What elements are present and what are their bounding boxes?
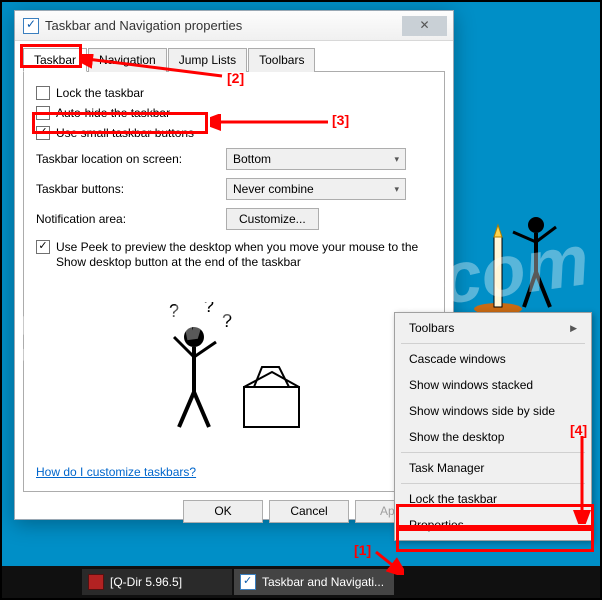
windows-taskbar[interactable]: [Q-Dir 5.96.5] Taskbar and Navigati...	[2, 566, 600, 598]
ctx-properties[interactable]: Properties	[397, 512, 589, 538]
chevron-right-icon: ▶	[570, 323, 577, 334]
tab-taskbar[interactable]: Taskbar	[23, 48, 87, 72]
svg-text:?: ?	[169, 302, 179, 321]
taskbar-item-label: Taskbar and Navigati...	[262, 575, 384, 589]
checkbox-peek-label: Use Peek to preview the desktop when you…	[56, 240, 432, 270]
titlebar[interactable]: Taskbar and Navigation properties ✕	[15, 11, 453, 41]
tab-strip: Taskbar Navigation Jump Lists Toolbars	[23, 47, 445, 72]
buttons-label: Taskbar buttons:	[36, 182, 226, 196]
taskbar-item-label: [Q-Dir 5.96.5]	[110, 575, 182, 589]
ctx-showdesktop[interactable]: Show the desktop	[397, 424, 589, 450]
ctx-separator	[401, 483, 585, 484]
ctx-taskmanager[interactable]: Task Manager	[397, 455, 589, 481]
ctx-stacked[interactable]: Show windows stacked	[397, 372, 589, 398]
ctx-sidebyside[interactable]: Show windows side by side	[397, 398, 589, 424]
tab-jumplists[interactable]: Jump Lists	[168, 48, 247, 72]
close-icon[interactable]: ✕	[402, 16, 447, 36]
checkbox-small-buttons[interactable]	[36, 126, 50, 140]
location-label: Taskbar location on screen:	[36, 152, 226, 166]
tab-navigation[interactable]: Navigation	[88, 48, 167, 72]
buttons-value: Never combine	[233, 182, 314, 196]
ctx-toolbars[interactable]: Toolbars ▶	[397, 315, 589, 341]
cancel-button[interactable]: Cancel	[269, 500, 349, 523]
ok-button[interactable]: OK	[183, 500, 263, 523]
svg-text:?: ?	[204, 302, 214, 316]
tab-panel: Lock the taskbar Auto-hide the taskbar U…	[23, 72, 445, 492]
taskbar-item-properties[interactable]: Taskbar and Navigati...	[234, 569, 394, 595]
notif-label: Notification area:	[36, 212, 226, 226]
taskbar-item-qdir[interactable]: [Q-Dir 5.96.5]	[82, 569, 232, 595]
dialog-icon	[23, 18, 39, 34]
dialog-title: Taskbar and Navigation properties	[45, 18, 402, 33]
properties-icon	[240, 574, 256, 590]
taskbar-context-menu: Toolbars ▶ Cascade windows Show windows …	[394, 312, 592, 541]
checkbox-lock-label: Lock the taskbar	[56, 86, 144, 100]
buttons-select[interactable]: Never combine ▾	[226, 178, 406, 200]
dialog-button-row: OK Cancel Apply	[23, 492, 445, 523]
checkbox-autohide[interactable]	[36, 106, 50, 120]
checkbox-peek[interactable]	[36, 240, 50, 254]
checkbox-lock[interactable]	[36, 86, 50, 100]
location-value: Bottom	[233, 152, 271, 166]
customize-button[interactable]: Customize...	[226, 208, 319, 230]
ctx-separator	[401, 452, 585, 453]
dialog-body: Taskbar Navigation Jump Lists Toolbars L…	[15, 41, 453, 531]
ctx-cascade[interactable]: Cascade windows	[397, 346, 589, 372]
help-link[interactable]: How do I customize taskbars?	[36, 465, 196, 479]
checkbox-autohide-label: Auto-hide the taskbar	[56, 106, 170, 120]
chevron-down-icon: ▾	[394, 154, 399, 165]
svg-text:?: ?	[222, 311, 232, 331]
ctx-lock-taskbar[interactable]: Lock the taskbar	[397, 486, 589, 512]
checkbox-small-buttons-label: Use small taskbar buttons	[56, 126, 194, 140]
candle-illustration	[458, 177, 578, 317]
annotation-1: [1]	[354, 542, 371, 558]
tab-toolbars[interactable]: Toolbars	[248, 48, 315, 72]
confused-illustration: ? ? ?	[144, 302, 324, 442]
qdir-icon	[88, 574, 104, 590]
ctx-label: Toolbars	[409, 321, 454, 335]
location-select[interactable]: Bottom ▾	[226, 148, 406, 170]
ctx-separator	[401, 343, 585, 344]
chevron-down-icon: ▾	[394, 184, 399, 195]
properties-dialog: Taskbar and Navigation properties ✕ Task…	[14, 10, 454, 520]
